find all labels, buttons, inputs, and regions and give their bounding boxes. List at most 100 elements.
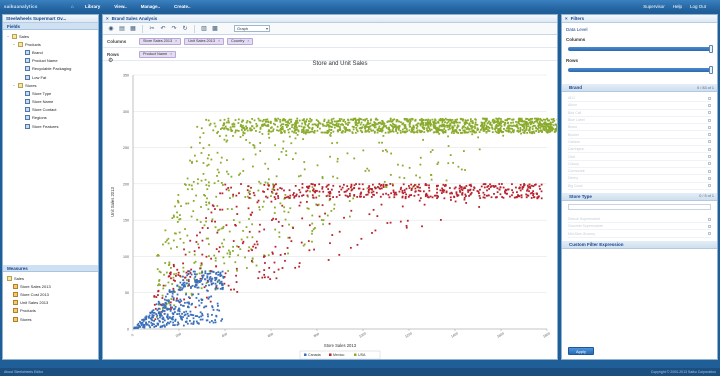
tree-item[interactable]: Stores [3, 315, 98, 323]
filter-list-item[interactable]: Big Coral [568, 183, 711, 190]
tree-item[interactable]: Sales [3, 274, 98, 282]
tree-item[interactable]: − Sales [3, 32, 98, 40]
nav-library[interactable]: Library [80, 3, 105, 10]
filter-list-item[interactable]: Denny [568, 175, 711, 183]
chart-icon[interactable]: ▩ [211, 25, 219, 33]
checkbox[interactable] [708, 125, 711, 129]
tree-item[interactable]: Products [3, 307, 98, 315]
filter-list-item[interactable]: Bravo [568, 124, 711, 132]
tree-item[interactable]: Product Name [3, 57, 98, 65]
filter-list-item[interactable]: Colony [568, 161, 711, 168]
filter-list-item[interactable]: ADJ [568, 95, 711, 103]
cut-icon[interactable]: ✂ [148, 25, 156, 33]
remove-icon[interactable]: × [218, 39, 220, 43]
home-icon[interactable]: ⌂ [66, 3, 76, 10]
custom-filter-header[interactable]: Custom Filter Expression [562, 240, 717, 249]
save-icon[interactable]: ▤ [118, 25, 126, 33]
collapse-icon[interactable]: × [106, 16, 109, 21]
refresh-icon[interactable]: ↻ [181, 25, 189, 33]
tree-item[interactable]: Brand [3, 48, 98, 56]
tree-item[interactable]: Recyclable Packaging [3, 65, 98, 73]
checkbox[interactable] [708, 224, 711, 228]
checkbox[interactable] [708, 133, 711, 137]
data-point [298, 189, 301, 191]
columns-drop-zone[interactable]: Store Sales 2013 × Unit Sales 2013 × Country… [139, 37, 552, 46]
slider-thumb[interactable] [709, 45, 713, 53]
filter-list-item[interactable]: Cormorant [568, 168, 711, 176]
checkbox[interactable] [708, 103, 711, 107]
tree-item[interactable]: Store Features [3, 122, 98, 130]
filter-list-item[interactable]: Club [568, 153, 711, 161]
tree-item[interactable]: − Products [3, 40, 98, 48]
tree-item[interactable]: Store Name [3, 98, 98, 106]
footer-about[interactable]: About Steelwheels Editor [4, 370, 43, 374]
brand-filter-header[interactable]: Brand 0 / 83 of 1 [562, 84, 717, 92]
rows-level-slider[interactable] [568, 66, 713, 74]
checkbox[interactable] [708, 169, 711, 173]
filter-list-item[interactable]: Carlson [568, 139, 711, 147]
nav-view[interactable]: View.. [109, 3, 132, 10]
remove-icon[interactable]: × [247, 39, 249, 43]
chart-settings-icon[interactable]: ⚙ [108, 57, 113, 64]
filter-list-item[interactable]: Blue Label [568, 117, 711, 125]
checkbox[interactable] [708, 162, 711, 166]
remove-icon[interactable]: × [175, 39, 177, 43]
slider-thumb[interactable] [709, 66, 713, 74]
checkbox[interactable] [708, 118, 711, 122]
checkbox[interactable] [708, 147, 711, 151]
expand-toggle-icon[interactable]: − [13, 83, 17, 88]
store-type-search-input[interactable] [568, 203, 711, 210]
tree-item[interactable]: Low Fat [3, 73, 98, 81]
filter-list-item[interactable]: Bird Call [568, 110, 711, 117]
tree-item[interactable]: − Stores [3, 81, 98, 89]
display-icon[interactable]: ◉ [107, 25, 115, 33]
field-chip[interactable]: Unit Sales 2013 × [184, 37, 225, 45]
checkbox[interactable] [708, 96, 711, 100]
filter-list-item[interactable]: Booker [568, 131, 711, 139]
data-point [517, 121, 520, 124]
panel-title[interactable]: Steelwheels Supermart Ov... [3, 15, 98, 23]
data-point [314, 191, 317, 194]
data-level-link[interactable]: Data Level [562, 23, 717, 34]
data-point [172, 297, 175, 300]
expand-toggle-icon[interactable]: − [13, 42, 17, 47]
data-point [215, 248, 218, 251]
filter-list-item[interactable]: Gourmet Supermarket [568, 223, 711, 231]
tree-item[interactable]: Store Sales 2013 [3, 282, 98, 290]
logout-link[interactable]: Log Out [690, 4, 706, 9]
undo-icon[interactable]: ↶ [159, 25, 167, 33]
checkbox[interactable] [708, 217, 711, 221]
redo-icon[interactable]: ↷ [170, 25, 178, 33]
tree-item[interactable]: Store Type [3, 89, 98, 97]
export-icon[interactable]: ▦ [129, 25, 137, 33]
tree-item[interactable]: Regions [3, 114, 98, 122]
nav-create[interactable]: Create.. [169, 3, 196, 10]
store-type-filter-header[interactable]: Store Type 0 / 5 of 1 [562, 192, 717, 201]
apply-button[interactable]: Apply [568, 347, 594, 355]
filter-list-item[interactable]: Carrington [568, 146, 711, 154]
expand-toggle-icon[interactable]: − [7, 34, 11, 39]
data-point [237, 122, 240, 124]
filter-icon[interactable]: ▥ [200, 25, 208, 33]
checkbox[interactable] [708, 232, 711, 236]
tree-item[interactable]: Store Cost 2013 [3, 290, 98, 298]
chart-type-select[interactable]: Graph ▾ [234, 25, 270, 32]
filter-list-item[interactable]: Akron [568, 102, 711, 110]
checkbox[interactable] [708, 176, 711, 180]
checkbox[interactable] [708, 184, 711, 188]
tree-item[interactable]: Store Contact [3, 106, 98, 114]
data-point [216, 205, 219, 207]
collapse-icon[interactable]: × [565, 16, 568, 21]
filter-list-item[interactable]: Mid-Size Grocery [568, 230, 711, 238]
checkbox[interactable] [708, 155, 711, 159]
nav-manage[interactable]: Manage.. [136, 3, 165, 10]
tree-item[interactable]: Unit Sales 2013 [3, 299, 98, 307]
field-chip[interactable]: Store Sales 2013 × [139, 37, 182, 45]
checkbox[interactable] [708, 140, 711, 144]
field-chip[interactable]: Country × [227, 37, 254, 45]
user-name-link[interactable]: Supervisor [643, 4, 665, 9]
filter-list-item[interactable]: Deluxe Supermarket [568, 216, 711, 224]
help-link[interactable]: Help [673, 4, 682, 9]
columns-level-slider[interactable] [568, 45, 713, 53]
checkbox[interactable] [708, 111, 711, 115]
